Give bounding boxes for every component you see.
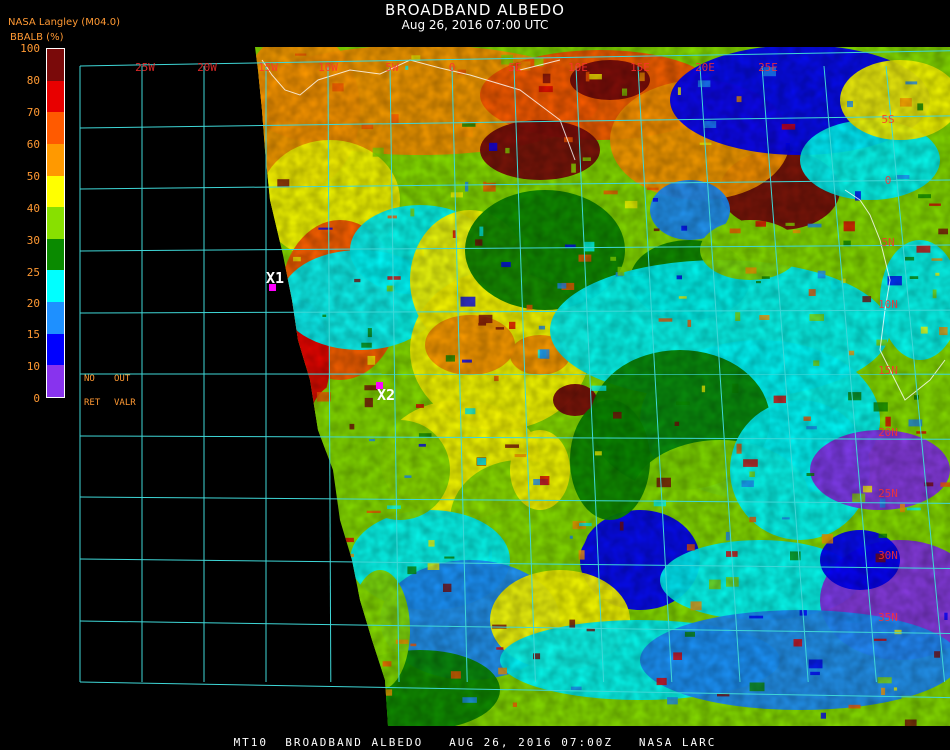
albedo-speckle [289, 552, 304, 558]
lon-label: 10E [568, 61, 588, 74]
albedo-speckle [262, 346, 271, 355]
albedo-speckle [285, 402, 297, 413]
lon-label: 15E [630, 61, 650, 74]
lat-label: 35N [878, 611, 898, 624]
lat-label: 5S [881, 113, 894, 126]
lat-label: 30N [878, 549, 898, 562]
albedo-speckle [364, 695, 375, 702]
albedo-speckle [277, 309, 285, 312]
lon-label: 5W [385, 61, 399, 74]
albedo-speckle [286, 673, 294, 676]
lat-label: 20N [878, 426, 898, 439]
albedo-speckle [304, 557, 318, 560]
albedo-speckle [313, 689, 329, 692]
albedo-speckle [258, 571, 270, 580]
site-marker-label: X2 [377, 386, 395, 404]
lon-label: 20E [695, 61, 715, 74]
albedo-speckle [319, 524, 323, 527]
lat-label: 25N [878, 487, 898, 500]
lon-label: 15W [258, 61, 278, 74]
albedo-speckle [327, 720, 331, 726]
albedo-speckle [285, 566, 300, 576]
albedo-speckle [252, 386, 262, 395]
footer-caption: MT10 BROADBAND ALBEDO AUG 26, 2016 07:00… [233, 736, 717, 749]
albedo-map: 25W 20W 15W 10W 5W 0 5E 10E 15E 20E 25E 5S 0 5N 10N 15N… [79, 47, 950, 726]
lat-label: 0 [885, 174, 892, 187]
lon-label: 10W [318, 61, 338, 74]
albedo-speckle [317, 612, 321, 615]
albedo-speckle [287, 704, 301, 708]
lon-label: 0 [449, 61, 456, 74]
lon-label: 5E [508, 61, 521, 74]
lat-label: 15N [878, 364, 898, 377]
site-marker-label: X1 [266, 269, 284, 287]
lat-label: 10N [878, 298, 898, 311]
albedo-speckle [252, 348, 259, 355]
lon-label: 25W [135, 61, 155, 74]
albedo-speckle [305, 521, 318, 530]
albedo-speckle [280, 325, 295, 333]
lon-label: 25E [758, 61, 778, 74]
lat-label: 5N [881, 236, 894, 249]
lon-label: 20W [197, 61, 217, 74]
